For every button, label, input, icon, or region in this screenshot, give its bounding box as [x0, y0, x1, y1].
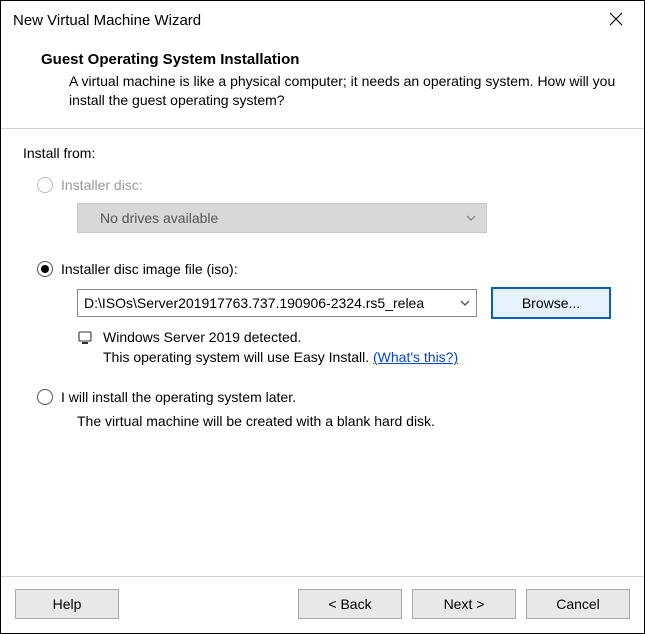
wizard-header: Guest Operating System Installation A vi…: [1, 39, 644, 129]
option-installer-disc-label: Installer disc:: [61, 177, 143, 193]
help-button[interactable]: Help: [15, 589, 119, 619]
wizard-step-description: A virtual machine is like a physical com…: [41, 72, 624, 110]
wizard-content: Install from: Installer disc: No drives …: [1, 129, 644, 576]
wizard-window: New Virtual Machine Wizard Guest Operati…: [0, 0, 645, 634]
install-from-label: Install from:: [23, 145, 626, 161]
option-iso-label: Installer disc image file (iso):: [61, 261, 238, 277]
option-iso[interactable]: Installer disc image file (iso):: [37, 261, 626, 277]
radio-installer-disc: [37, 177, 53, 193]
detection-info: Windows Server 2019 detected. This opera…: [77, 327, 626, 368]
back-button[interactable]: < Back: [298, 589, 402, 619]
iso-path-value: D:\ISOs\Server201917763.737.190906-2324.…: [84, 295, 424, 311]
browse-button[interactable]: Browse...: [491, 287, 611, 319]
info-icon: [77, 330, 93, 344]
radio-install-later[interactable]: [37, 389, 53, 405]
browse-button-label: Browse...: [522, 295, 580, 311]
detection-line2: This operating system will use Easy Inst…: [103, 347, 458, 367]
wizard-step-title: Guest Operating System Installation: [41, 51, 624, 68]
detection-text: Windows Server 2019 detected. This opera…: [103, 327, 458, 368]
drive-dropdown: No drives available: [77, 203, 487, 233]
iso-path-input[interactable]: D:\ISOs\Server201917763.737.190906-2324.…: [77, 289, 477, 317]
titlebar: New Virtual Machine Wizard: [1, 1, 644, 39]
chevron-down-icon: [466, 210, 476, 226]
close-icon: [609, 12, 623, 29]
option-installer-disc: Installer disc:: [37, 177, 626, 193]
close-button[interactable]: [598, 6, 634, 34]
next-button[interactable]: Next >: [412, 589, 516, 619]
option-install-later-label: I will install the operating system late…: [61, 389, 296, 405]
window-title: New Virtual Machine Wizard: [13, 12, 598, 29]
install-later-description: The virtual machine will be created with…: [77, 413, 626, 429]
iso-row: D:\ISOs\Server201917763.737.190906-2324.…: [77, 287, 626, 319]
option-install-later[interactable]: I will install the operating system late…: [37, 389, 626, 405]
cancel-button[interactable]: Cancel: [526, 589, 630, 619]
chevron-down-icon[interactable]: [460, 295, 470, 311]
radio-iso[interactable]: [37, 261, 53, 277]
drive-dropdown-text: No drives available: [100, 210, 218, 226]
detection-line1: Windows Server 2019 detected.: [103, 327, 458, 347]
whats-this-link[interactable]: (What's this?): [373, 349, 458, 365]
wizard-footer: Help < Back Next > Cancel: [1, 576, 644, 633]
